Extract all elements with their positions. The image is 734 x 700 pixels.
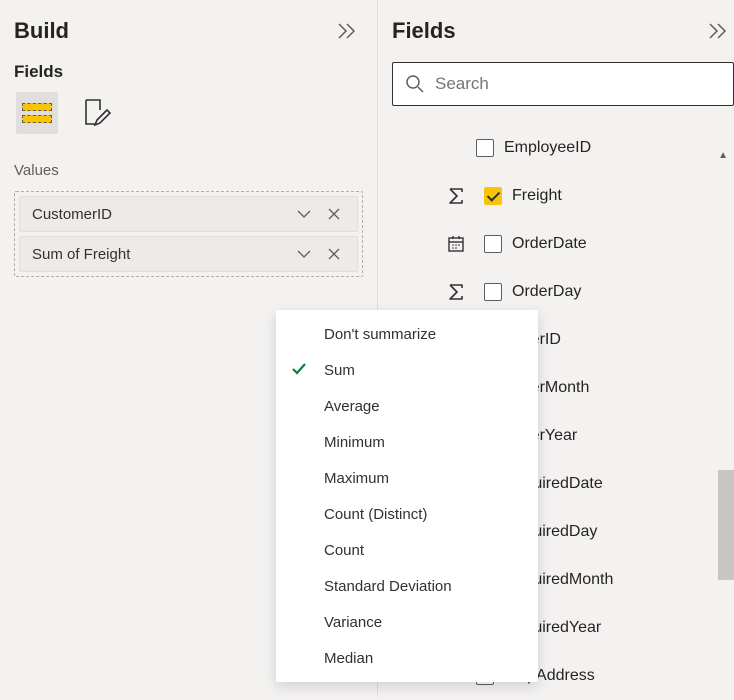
menu-item[interactable]: Maximum: [276, 460, 538, 496]
field-row[interactable]: OrderDate: [476, 220, 734, 268]
menu-item-label: Average: [324, 398, 380, 415]
field-label: OrderDay: [512, 283, 581, 301]
value-item-sum-of-freight[interactable]: Sum of Freight: [19, 236, 358, 272]
value-item-customerid[interactable]: CustomerID: [19, 196, 358, 232]
aggregation-context-menu: Don't summarize Sum Average Minimum Maximum C…: [276, 310, 538, 682]
menu-item-label: Maximum: [324, 470, 389, 487]
menu-item[interactable]: Standard Deviation: [276, 568, 538, 604]
field-checkbox[interactable]: [484, 283, 502, 301]
menu-item-label: Count (Distinct): [324, 506, 427, 523]
menu-item[interactable]: Variance: [276, 604, 538, 640]
calendar-icon: [444, 232, 468, 256]
field-row[interactable]: Freight: [476, 172, 734, 220]
menu-item[interactable]: Count (Distinct): [276, 496, 538, 532]
menu-item[interactable]: Don't summarize: [276, 316, 538, 352]
menu-item-label: Variance: [324, 614, 382, 631]
menu-item-label: Sum: [324, 362, 355, 379]
fields-title: Fields: [392, 18, 456, 44]
edit-visual-icon[interactable]: [76, 92, 118, 134]
menu-item[interactable]: Sum: [276, 352, 538, 388]
value-item-label: Sum of Freight: [32, 246, 289, 263]
menu-item[interactable]: Count: [276, 532, 538, 568]
field-checkbox[interactable]: [484, 187, 502, 205]
search-icon: [405, 74, 425, 94]
menu-item-label: Count: [324, 542, 364, 559]
values-label: Values: [14, 162, 59, 179]
sigma-icon: [444, 184, 468, 208]
menu-item-label: Minimum: [324, 434, 385, 451]
field-row[interactable]: EmployeeID: [476, 124, 734, 172]
menu-item[interactable]: Minimum: [276, 424, 538, 460]
search-box[interactable]: [392, 62, 734, 106]
menu-item[interactable]: Average: [276, 388, 538, 424]
scroll-up-arrow-icon[interactable]: ▲: [718, 150, 728, 161]
build-title: Build: [14, 18, 69, 44]
field-checkbox[interactable]: [476, 139, 494, 157]
field-checkbox[interactable]: [484, 235, 502, 253]
collapse-right-icon[interactable]: [708, 21, 728, 41]
chevron-down-icon[interactable]: [289, 239, 319, 269]
collapse-right-icon[interactable]: [337, 21, 357, 41]
field-label: EmployeeID: [504, 139, 591, 157]
menu-item-label: Median: [324, 650, 373, 667]
field-label: OrderDate: [512, 235, 587, 253]
value-item-label: CustomerID: [32, 206, 289, 223]
menu-item-label: Don't summarize: [324, 326, 436, 343]
build-fields-label: Fields: [14, 62, 363, 82]
remove-icon[interactable]: [319, 199, 349, 229]
field-row[interactable]: OrderDay: [476, 268, 734, 316]
scrollbar-thumb[interactable]: [718, 470, 734, 580]
table-visual-icon[interactable]: [16, 92, 58, 134]
checkmark-icon: [290, 360, 310, 380]
search-input[interactable]: [435, 74, 721, 94]
chevron-down-icon[interactable]: [289, 199, 319, 229]
sigma-icon: [444, 280, 468, 304]
menu-item-label: Standard Deviation: [324, 578, 452, 595]
field-label: Freight: [512, 187, 562, 205]
values-well[interactable]: CustomerID Sum of Freight: [14, 191, 363, 277]
menu-item[interactable]: Median: [276, 640, 538, 676]
remove-icon[interactable]: [319, 239, 349, 269]
